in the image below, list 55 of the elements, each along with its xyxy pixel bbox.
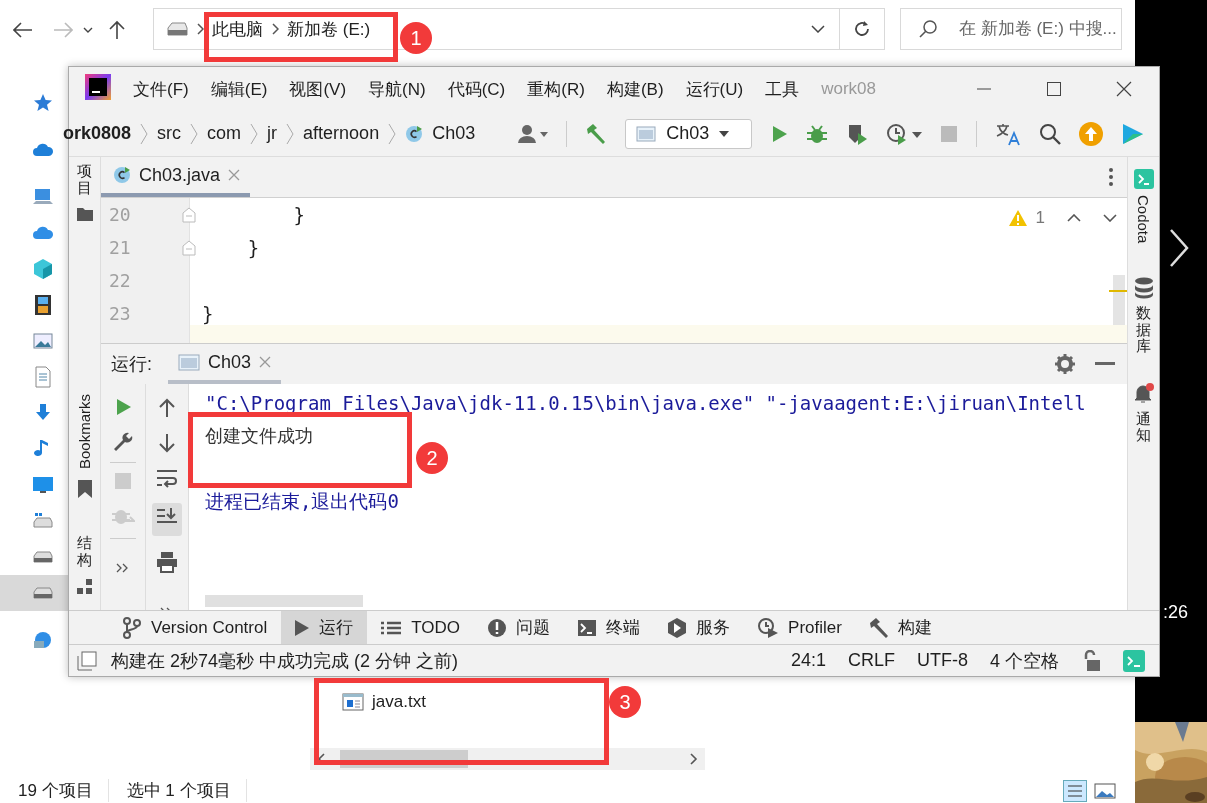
run-config-dropdown[interactable]: Ch03 — [625, 118, 753, 149]
breadcrumb-item[interactable]: com — [207, 123, 242, 144]
line-number: 20 — [109, 204, 131, 225]
sidebar-tab[interactable]: Codota — [1135, 195, 1152, 244]
panel-title: 运行: — [111, 353, 152, 376]
line-number: 23 — [109, 303, 131, 324]
breadcrumb-item[interactable]: src — [157, 123, 182, 144]
breadcrumb-item[interactable]: ork0808 — [63, 123, 132, 144]
line-number: 21 — [109, 237, 131, 258]
status-message: 构建在 2秒74毫秒 中成功完成 (2 分钟 之前) — [111, 649, 459, 673]
tool-window-tab[interactable]: 构建 — [855, 611, 946, 644]
menu-item[interactable]: 编辑(E) — [210, 77, 268, 101]
breadcrumb-item[interactable]: 此电脑 — [212, 17, 263, 41]
menu-item[interactable]: 文件(F) — [133, 77, 189, 101]
status-text: 19 个项目 — [0, 779, 109, 802]
window-title: work08 — [821, 79, 877, 99]
tool-window-tab[interactable]: 服务 — [654, 611, 745, 644]
breadcrumb-item[interactable]: Ch03 — [432, 123, 476, 144]
menu-item[interactable]: 构建(B) — [606, 77, 664, 101]
line-number: 22 — [109, 270, 131, 291]
status-item[interactable]: UTF-8 — [917, 650, 968, 671]
menu-item[interactable]: 视图(V) — [289, 77, 347, 101]
breadcrumb-item[interactable]: afternoon — [303, 123, 380, 144]
warning-count[interactable]: 1 — [1035, 208, 1045, 228]
tool-window-tab[interactable]: TODO — [367, 611, 475, 644]
console-line: 进程已结束,退出代码0 — [205, 488, 399, 514]
search-field[interactable]: 在 新加卷 (E:) 中搜... — [900, 8, 1122, 50]
tool-window-tab[interactable]: 终端 — [564, 611, 655, 644]
breadcrumb-item[interactable]: jr — [267, 123, 278, 144]
tool-window-tab[interactable]: 问题 — [474, 611, 565, 644]
clock-text: :26 — [1163, 602, 1189, 623]
sidebar-tab[interactable]: Bookmarks — [76, 393, 93, 469]
tool-window-tab[interactable]: 运行 — [281, 611, 368, 644]
status-item[interactable]: 24:1 — [790, 650, 826, 671]
code-line: } — [202, 302, 214, 325]
console-line: 创建文件成功 — [205, 423, 313, 448]
menu-item[interactable]: 重构(R) — [527, 77, 585, 101]
menu-item[interactable]: 导航(N) — [368, 77, 426, 101]
tool-window-tab[interactable]: Profiler — [744, 611, 856, 644]
sidebar-tab[interactable]: 项目 — [77, 163, 92, 196]
code-line: } — [246, 236, 260, 259]
sidebar-tab[interactable]: 通知 — [1136, 410, 1151, 444]
status-item[interactable]: CRLF — [847, 650, 895, 671]
sidebar-tab[interactable]: 结构 — [77, 535, 92, 568]
menu-item[interactable]: 代码(C) — [447, 77, 506, 101]
menu-item[interactable]: 工具 — [765, 77, 800, 101]
breadcrumb-item[interactable]: 新加卷 (E:) — [287, 17, 371, 41]
status-item[interactable]: 4 个空格 — [990, 648, 1059, 673]
menu-item[interactable]: 运行(U) — [685, 77, 744, 101]
tool-window-tab[interactable]: Version Control — [109, 611, 282, 644]
file-name[interactable]: java.txt — [372, 692, 426, 712]
sidebar-tab[interactable]: 数据库 — [1136, 305, 1151, 355]
code-line: } — [292, 203, 305, 226]
status-text: 选中 1 个项目 — [108, 779, 247, 802]
console-line: "C:\Program Files\Java\jdk-11.0.15\bin\java.exe" "-javaagent:E:\jiruan\Intell — [205, 391, 1086, 414]
